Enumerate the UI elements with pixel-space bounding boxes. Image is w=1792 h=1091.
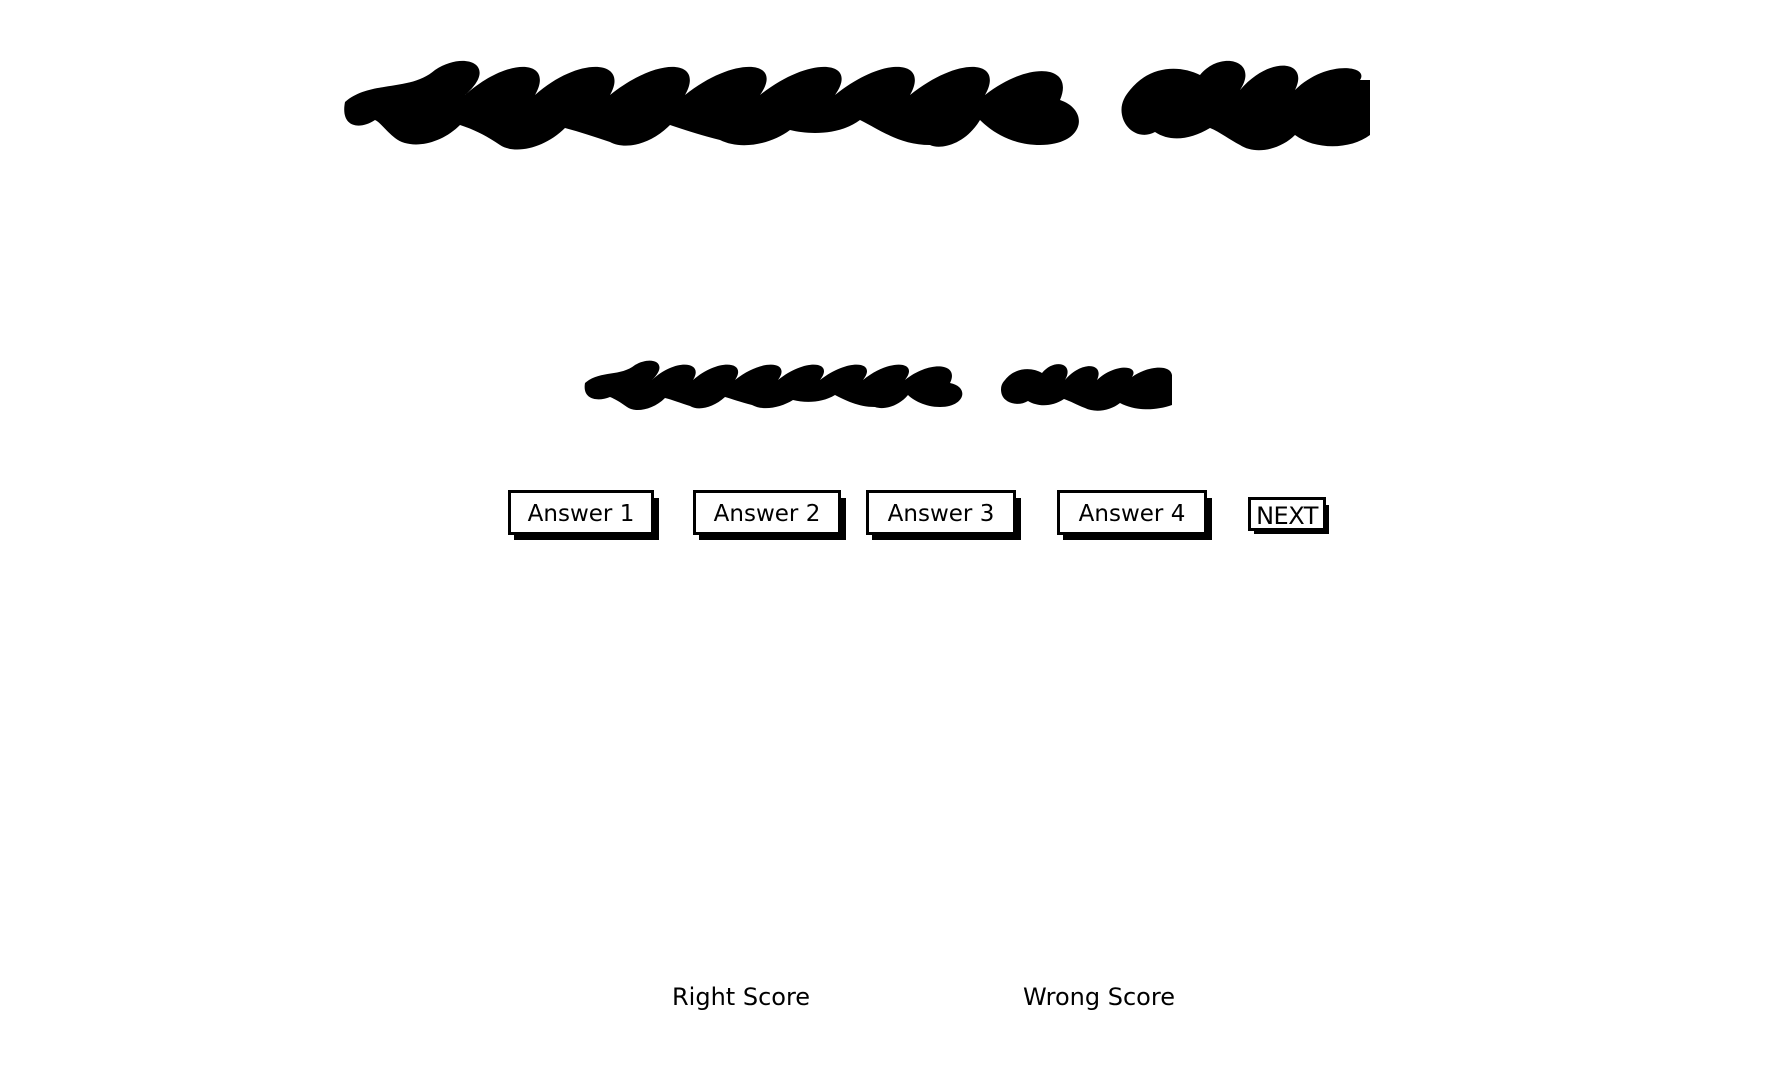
wrong-score-label: Wrong Score bbox=[1023, 983, 1175, 1011]
answer-3-label: Answer 3 bbox=[887, 501, 995, 527]
answer-4-label: Answer 4 bbox=[1078, 501, 1186, 527]
answer-1-button[interactable]: Answer 1 bbox=[508, 490, 659, 540]
right-score-label: Right Score bbox=[672, 983, 811, 1011]
next-label: NEXT bbox=[1256, 502, 1318, 530]
answer-2-label: Answer 2 bbox=[713, 501, 821, 527]
answer-3-button[interactable]: Answer 3 bbox=[866, 490, 1021, 540]
title-scribble bbox=[344, 60, 1370, 151]
answer-4-button[interactable]: Answer 4 bbox=[1057, 490, 1212, 540]
answer-1-label: Answer 1 bbox=[527, 501, 635, 527]
answer-2-button[interactable]: Answer 2 bbox=[693, 490, 846, 540]
subtitle-scribble bbox=[584, 360, 1172, 411]
next-button[interactable]: NEXT bbox=[1248, 497, 1329, 534]
